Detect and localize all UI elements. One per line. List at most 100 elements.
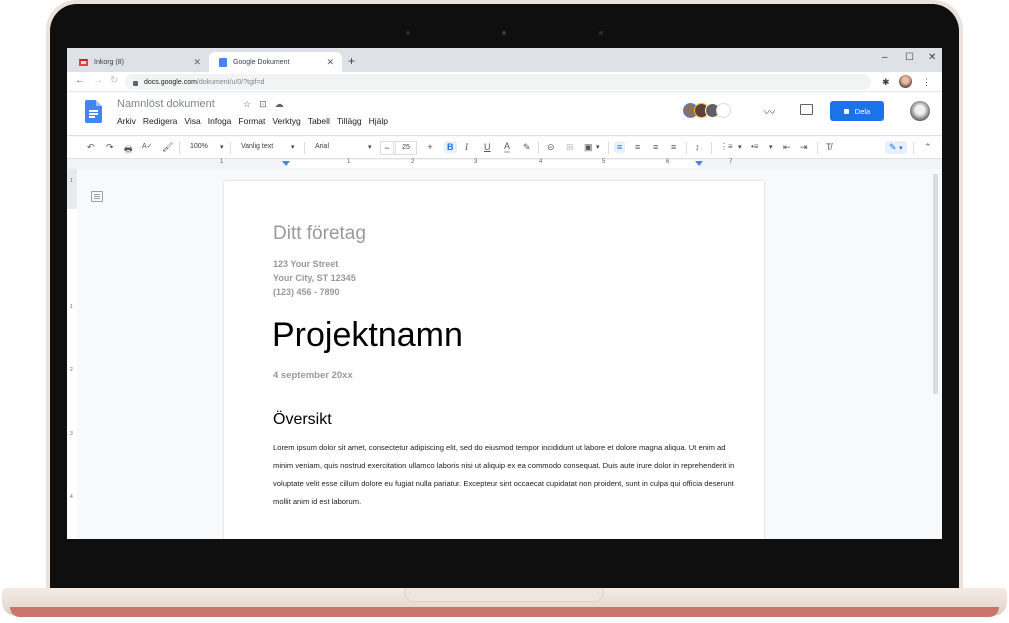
account-avatar[interactable] (910, 101, 930, 121)
lock-icon (843, 108, 849, 114)
project-name-heading: Projektnamn (272, 316, 463, 354)
extensions-icon[interactable]: ✱ (882, 77, 890, 88)
line-spacing-icon[interactable]: ↕ (695, 142, 700, 152)
chevron-down-icon[interactable]: ▾ (769, 143, 773, 151)
comment-history-icon[interactable] (800, 104, 813, 115)
bulleted-list-icon[interactable]: •≡ (751, 142, 758, 151)
menu-bar: Arkiv Redigera Visa Infoga Format Verkty… (117, 116, 388, 126)
share-button[interactable]: Dela (830, 101, 884, 121)
chevron-down-icon[interactable]: ▾ (291, 143, 295, 151)
font-select[interactable]: Arial (315, 143, 329, 150)
increase-font-size-button[interactable]: + (423, 141, 437, 155)
tab-label: Inkorg (8) (94, 58, 124, 66)
undo-icon[interactable]: ↶ (87, 142, 95, 153)
editing-mode-button[interactable]: ✎ ▾ (885, 141, 907, 154)
chevron-down-icon[interactable]: ▾ (596, 143, 600, 151)
paragraph-style-select[interactable]: Vanlig text (241, 143, 273, 150)
highlight-color-button[interactable]: ✎ (523, 142, 531, 153)
collaborator-avatars[interactable] (683, 103, 731, 118)
menu-redigera[interactable]: Redigera (143, 116, 178, 126)
more-collaborators-icon[interactable] (716, 103, 731, 118)
menu-hjalp[interactable]: Hjälp (369, 116, 388, 126)
italic-button[interactable]: I (465, 142, 468, 152)
reload-button[interactable]: ↻ (110, 75, 118, 86)
pencil-icon: ✎ (889, 142, 897, 152)
browser-menu-icon[interactable]: ⋮ (922, 77, 931, 88)
cloud-status-icon[interactable]: ☁ (275, 99, 284, 110)
docs-header: Namnlöst dokument ☆ ⊡ ☁ Arkiv Redigera V… (67, 93, 942, 136)
new-tab-button[interactable]: + (348, 54, 355, 68)
text-color-button[interactable]: A (504, 142, 511, 153)
activity-trend-icon[interactable]: 〰 (764, 104, 775, 120)
underline-button[interactable]: U (484, 142, 491, 152)
document-page[interactable]: Ditt företag 123 Your Street Your City, … (224, 181, 764, 539)
chevron-down-icon: ▾ (899, 145, 903, 152)
right-indent-marker[interactable] (695, 161, 703, 166)
formatting-toolbar: ↶ ↷ 🖶 A✓ 🖌 100% ▾ Vanlig text ▾ Arial ▾ … (67, 137, 942, 159)
tab-google-docs[interactable]: Google Dokument ✕ (209, 52, 342, 72)
close-icon[interactable]: ✕ (326, 57, 334, 68)
spellcheck-icon[interactable]: A✓ (142, 142, 153, 150)
forward-button[interactable]: → (93, 75, 103, 86)
redo-icon[interactable]: ↷ (106, 142, 114, 153)
menu-visa[interactable]: Visa (184, 116, 200, 126)
ruler-number: 1 (220, 159, 224, 165)
left-indent-marker[interactable] (282, 161, 290, 166)
chevron-down-icon[interactable]: ▾ (368, 143, 372, 151)
font-size-input[interactable]: 25 (395, 141, 417, 155)
docs-logo-icon[interactable] (85, 100, 102, 123)
add-comment-icon[interactable]: ⊞ (566, 142, 574, 153)
close-icon[interactable]: ✕ (193, 57, 201, 68)
menu-verktyg[interactable]: Verktyg (272, 116, 300, 126)
insert-image-icon[interactable]: ▣ (584, 142, 593, 153)
document-title[interactable]: Namnlöst dokument (117, 98, 215, 110)
laptop-notch (404, 588, 604, 602)
insert-link-icon[interactable]: ⊝ (547, 142, 555, 153)
numbered-list-icon[interactable]: ⋮≡ (720, 142, 733, 151)
vertical-ruler[interactable]: 1 1 2 3 4 (67, 169, 77, 539)
horizontal-ruler[interactable]: 1 1 2 3 4 5 6 7 (67, 159, 942, 169)
body-paragraph: Lorem ipsum dolor sit amet, consectetur … (273, 443, 735, 506)
chevron-down-icon[interactable]: ▾ (220, 143, 224, 151)
align-center-button[interactable]: ≡ (635, 142, 640, 152)
move-folder-icon[interactable]: ⊡ (259, 99, 267, 110)
tab-inbox[interactable]: Inkorg (8) ✕ (69, 52, 209, 72)
align-left-button[interactable]: ≡ (614, 141, 626, 153)
zoom-select[interactable]: 100% (190, 143, 208, 150)
justify-button[interactable]: ≡ (671, 142, 676, 152)
increase-indent-icon[interactable]: ⇥ (800, 142, 808, 153)
address-line: (123) 456 - 7890 (273, 287, 340, 297)
bold-button[interactable]: B (444, 141, 457, 153)
document-outline-icon[interactable] (91, 191, 103, 202)
align-right-button[interactable]: ≡ (653, 142, 658, 152)
decrease-indent-icon[interactable]: ⇤ (783, 142, 791, 153)
browser-profile-avatar[interactable] (899, 75, 912, 88)
menu-tabell[interactable]: Tabell (308, 116, 330, 126)
chevron-down-icon[interactable]: ▾ (738, 143, 742, 151)
sensor-dot (406, 31, 410, 35)
print-icon[interactable]: 🖶 (124, 142, 133, 158)
clear-formatting-icon[interactable]: T̸ (826, 142, 832, 152)
address-bar-row: ← → ↻ docs.google.com /dokument/u/0/?tgi… (67, 72, 942, 92)
url-input[interactable]: docs.google.com /dokument/u/0/?tgif=d (125, 74, 871, 90)
menu-arkiv[interactable]: Arkiv (117, 116, 136, 126)
ruler-number: 2 (411, 159, 415, 165)
ruler-number: 5 (602, 159, 606, 165)
ruler-number: 4 (539, 159, 543, 165)
menu-tillagg[interactable]: Tillägg (337, 116, 362, 126)
star-icon[interactable]: ☆ (243, 99, 251, 110)
collapse-menus-icon[interactable]: ⌃ (924, 142, 932, 153)
minimize-button[interactable]: – (882, 52, 888, 63)
docs-icon (219, 57, 227, 67)
back-button[interactable]: ← (75, 75, 85, 86)
menu-format[interactable]: Format (238, 116, 265, 126)
decrease-font-size-button[interactable]: − (380, 141, 394, 155)
ruler-number: 7 (729, 159, 733, 165)
maximize-button[interactable]: ☐ (905, 52, 914, 63)
paint-format-icon[interactable]: 🖌 (162, 142, 173, 153)
lock-icon (133, 80, 138, 86)
menu-infoga[interactable]: Infoga (208, 116, 232, 126)
vertical-scrollbar[interactable] (933, 174, 938, 394)
close-window-button[interactable]: ✕ (928, 52, 936, 63)
laptop-base-bottom (10, 607, 999, 617)
